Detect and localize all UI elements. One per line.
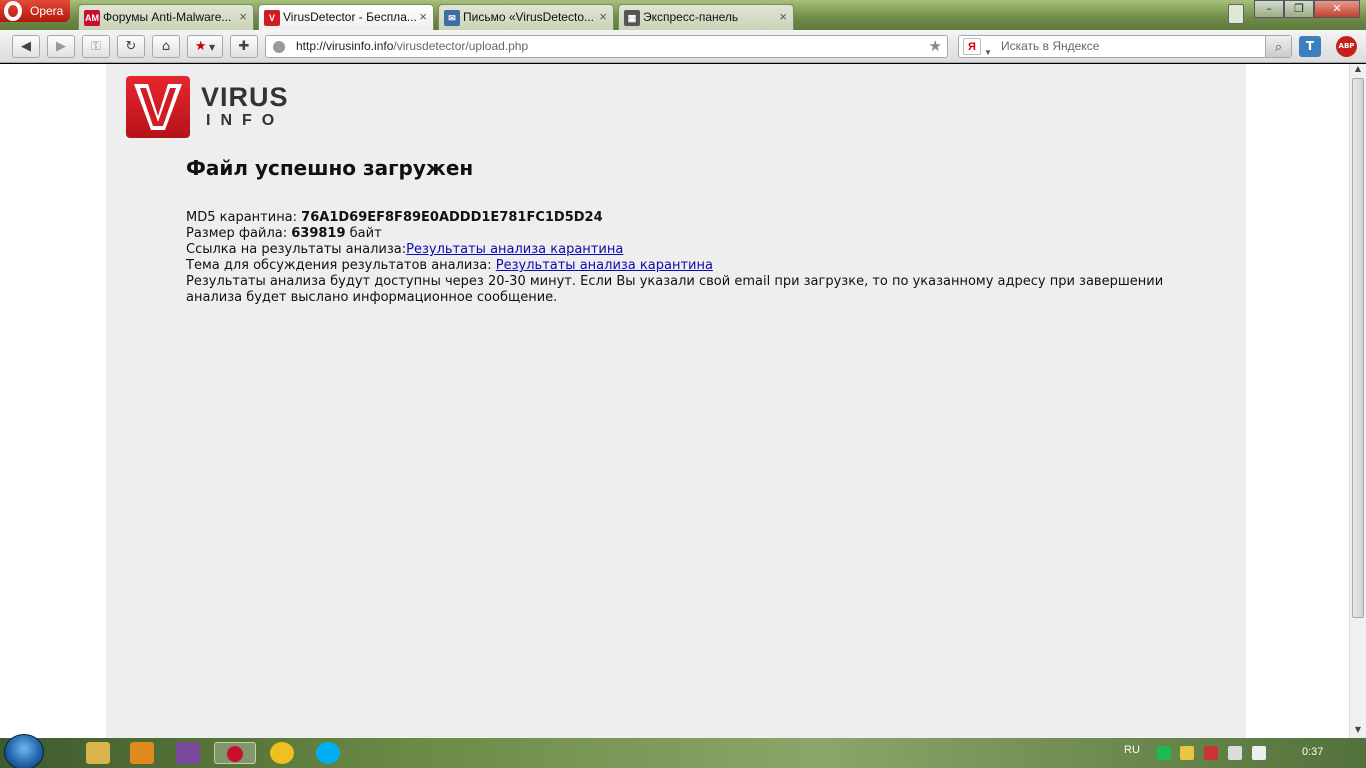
home-icon: ⌂: [161, 39, 171, 54]
tab-label: Экспресс-панель: [643, 10, 739, 24]
search-placeholder: Искать в Яндексе: [1001, 39, 1100, 53]
logo-word-info: INFO: [206, 112, 285, 129]
scroll-up-icon[interactable]: ▲: [1350, 64, 1366, 77]
tab-mail[interactable]: ✉ Письмо «VirusDetecto... ×: [438, 4, 614, 30]
tab-speed-dial[interactable]: ▦ Экспресс-панель ×: [618, 4, 794, 30]
volume-icon[interactable]: [1252, 746, 1266, 760]
results-link[interactable]: Результаты анализа карантина: [406, 242, 623, 257]
skype-icon[interactable]: [316, 742, 340, 764]
spotify-tray-icon[interactable]: [1157, 746, 1171, 760]
forward-arrow-icon: ▶: [56, 39, 66, 54]
opera-icon: [227, 746, 243, 762]
plus-icon: ✚: [238, 39, 250, 54]
tab-label: VirusDetector - Беспла...: [283, 10, 417, 24]
clock[interactable]: 0:37: [1302, 746, 1323, 758]
reload-button[interactable]: ↻: [117, 35, 145, 58]
window-controls: – ❐ ✕: [1254, 0, 1360, 20]
analysis-note: Результаты анализа будут доступны через …: [186, 274, 1164, 305]
opera-menu-button[interactable]: Opera: [0, 0, 70, 22]
explorer-folder-icon[interactable]: [86, 742, 110, 764]
discussion-line: Тема для обсуждения результатов анализа:…: [186, 258, 1186, 274]
back-button[interactable]: ◀: [12, 35, 40, 58]
scroll-down-icon[interactable]: ▼: [1350, 725, 1366, 738]
language-indicator[interactable]: RU: [1124, 744, 1140, 756]
yandex-icon[interactable]: Я: [963, 38, 981, 55]
tab-close-icon[interactable]: ×: [239, 5, 247, 29]
firefox-icon[interactable]: [176, 742, 200, 764]
search-field[interactable]: Я ▼ Искать в Яндексе ⌕: [958, 35, 1292, 58]
start-button[interactable]: [4, 734, 44, 768]
home-button[interactable]: ⌂: [152, 35, 180, 58]
browser-viewport: VIRUS INFO Файл успешно загружен MD5 кар…: [0, 64, 1366, 738]
tab-label: Форумы Anti-Malware...: [103, 10, 232, 24]
url-path: /virusdetector/upload.php: [393, 39, 529, 53]
wand-button[interactable]: ⚿: [82, 35, 110, 58]
chevron-down-icon[interactable]: ▼: [984, 42, 992, 63]
windows-taskbar: RU 0:37: [0, 734, 1366, 768]
tray-app-icon[interactable]: [1180, 746, 1194, 760]
discussion-link[interactable]: Результаты анализа карантина: [496, 258, 713, 273]
forward-button[interactable]: ▶: [47, 35, 75, 58]
file-size-value: 639819: [291, 226, 346, 241]
power-tray-icon[interactable]: [1204, 746, 1218, 760]
results-link-line: Ссылка на результаты анализа:Результаты …: [186, 242, 1186, 258]
tab-bar: Opera AM Форумы Anti-Malware... × V Viru…: [0, 0, 1366, 31]
opera-logo-icon: [4, 1, 22, 21]
site-info-icon[interactable]: [273, 41, 285, 53]
page-title: Файл успешно загружен: [186, 156, 474, 180]
adblock-plus-button[interactable]: ABP: [1336, 36, 1357, 57]
tab-virusdetector[interactable]: V VirusDetector - Беспла... ×: [258, 4, 434, 31]
tab-close-icon[interactable]: ×: [599, 5, 607, 29]
address-bar[interactable]: http://virusinfo.info/virusdetector/uplo…: [265, 35, 948, 58]
search-magnifier-icon[interactable]: ⌕: [1265, 36, 1291, 57]
md5-value: 76A1D69EF8F89E0ADDD1E781FC1D5D24: [301, 210, 603, 225]
bookmark-star-icon: ★: [194, 39, 207, 54]
close-window-button[interactable]: ✕: [1314, 0, 1360, 18]
navigation-toolbar: ◀ ▶ ⚿ ↻ ⌂ ★ ▼ ✚ http://virusinfo.info/vi…: [0, 30, 1366, 63]
network-signal-icon[interactable]: [1228, 746, 1242, 760]
minimize-button[interactable]: –: [1254, 0, 1284, 18]
speed-dial-grid-icon: ▦: [624, 10, 640, 26]
avast-icon[interactable]: [270, 742, 294, 764]
url-domain: http://virusinfo.info: [296, 39, 394, 53]
discussion-label: Тема для обсуждения результатов анализа:: [186, 258, 496, 273]
media-player-icon[interactable]: [130, 742, 154, 764]
file-size-unit: байт: [345, 226, 382, 241]
md5-label: MD5 карантина:: [186, 210, 302, 225]
page-body: VIRUS INFO Файл успешно загружен MD5 кар…: [106, 64, 1246, 738]
extension-t-button[interactable]: T: [1299, 36, 1321, 57]
scrollbar-thumb[interactable]: [1352, 78, 1364, 618]
virusinfo-favicon-icon: V: [264, 10, 280, 26]
opera-taskbar-button[interactable]: [214, 742, 256, 764]
bookmarks-button[interactable]: ★ ▼: [187, 35, 223, 58]
key-icon: ⚿: [91, 39, 101, 54]
file-size-line: Размер файла: 639819 байт: [186, 226, 1186, 242]
file-size-label: Размер файла:: [186, 226, 292, 241]
mail-favicon-icon: ✉: [444, 10, 460, 26]
virusinfo-v-logo-icon: [126, 76, 190, 138]
results-label: Ссылка на результаты анализа:: [186, 242, 407, 257]
virusinfo-logo[interactable]: VIRUS INFO: [126, 76, 291, 140]
tab-anti-malware[interactable]: AM Форумы Anti-Malware... ×: [78, 4, 254, 30]
vertical-scrollbar[interactable]: ▲ ▼: [1349, 64, 1366, 738]
trash-icon[interactable]: [1228, 4, 1244, 24]
back-arrow-icon: ◀: [21, 39, 31, 54]
chevron-down-icon: ▼: [206, 43, 216, 52]
bookmark-star-icon[interactable]: ★: [929, 36, 942, 57]
tab-close-icon[interactable]: ×: [419, 5, 427, 29]
tab-label: Письмо «VirusDetecto...: [463, 10, 594, 24]
opera-menu-label: Opera: [30, 4, 64, 18]
logo-word-virus: VIRUS: [201, 82, 289, 112]
tab-close-icon[interactable]: ×: [779, 5, 787, 29]
reload-icon: ↻: [125, 39, 137, 54]
md5-line: MD5 карантина: 76A1D69EF8F89E0ADDD1E781F…: [186, 210, 1186, 226]
anti-malware-favicon-icon: AM: [84, 10, 100, 26]
upload-result: Файл успешно загружен MD5 карантина: 76A…: [186, 156, 1186, 306]
new-tab-button[interactable]: ✚: [230, 35, 258, 58]
restore-button[interactable]: ❐: [1284, 0, 1314, 18]
